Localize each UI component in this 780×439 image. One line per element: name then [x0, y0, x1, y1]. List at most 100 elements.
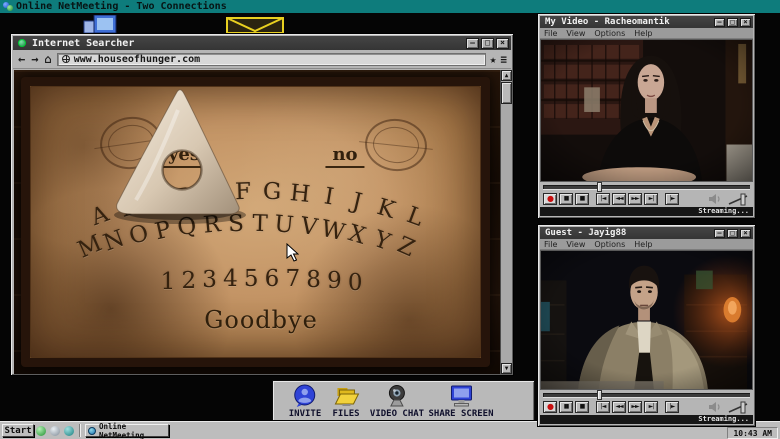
speaker-icon[interactable]	[708, 194, 722, 204]
taskbar-clock[interactable]: 10:43 AM	[727, 427, 778, 439]
maximize-button[interactable]: □	[727, 229, 738, 238]
status-bar: Streaming...	[540, 207, 753, 216]
board-number-0[interactable]: 0	[348, 270, 363, 296]
board-letter-V[interactable]: V	[298, 213, 319, 241]
bookmark-star-icon[interactable]: ★	[490, 53, 497, 66]
board-number-7[interactable]: 7	[285, 266, 300, 292]
volume-slider[interactable]	[728, 193, 750, 206]
quick-launch-icon-3[interactable]	[64, 426, 74, 436]
share-screen-button[interactable]: SHARE SCREEN	[428, 384, 493, 419]
forward-button[interactable]: →	[30, 53, 39, 65]
guest-video-title: Guest - Jayig88	[545, 228, 626, 238]
hamburger-menu-icon[interactable]: ≡	[500, 53, 507, 66]
previous-button[interactable]: |◄	[596, 401, 610, 413]
folder-icon	[333, 384, 359, 408]
browser-toolbar: ← → ⌂ www.houseofhunger.com ★ ≡	[13, 50, 511, 69]
volume-slider[interactable]	[728, 401, 750, 414]
netmeeting-title: Online NetMeeting - Two Connections	[16, 1, 227, 12]
back-button[interactable]: ←	[17, 53, 26, 65]
rewind-button[interactable]: ◄◄	[612, 401, 626, 413]
browser-titlebar[interactable]: Internet Searcher – □ ×	[13, 36, 511, 50]
mouse-cursor	[286, 243, 299, 262]
quick-launch-icon-1[interactable]	[36, 426, 46, 436]
page-scrollbar[interactable]: ▲ ▼	[500, 70, 512, 374]
minimize-button[interactable]: –	[714, 229, 725, 238]
board-letter-W[interactable]: W	[319, 215, 348, 246]
maximize-button[interactable]: □	[481, 38, 494, 49]
fast-forward-button[interactable]: ►►	[628, 193, 642, 205]
scroll-up-icon[interactable]: ▲	[501, 70, 512, 81]
seek-bar[interactable]	[540, 182, 753, 191]
address-bar[interactable]: www.houseofhunger.com	[57, 53, 486, 66]
video-chat-button[interactable]: VIDEO CHAT	[370, 384, 424, 419]
board-number-9[interactable]: 9	[327, 268, 342, 294]
files-button[interactable]: FILES	[332, 384, 359, 419]
speaker-icon[interactable]	[708, 402, 722, 412]
quick-launch-icon-2[interactable]	[50, 426, 60, 436]
menu-view[interactable]: View	[566, 29, 585, 38]
board-no[interactable]: no	[325, 144, 364, 168]
board-number-4[interactable]: 4	[223, 266, 238, 292]
guest-video-window: Guest - Jayig88 – □ × File View Options Hel…	[537, 224, 756, 427]
menu-help[interactable]: Help	[634, 240, 652, 249]
step-forward-button[interactable]: |►	[665, 401, 679, 413]
menu-view[interactable]: View	[566, 240, 585, 249]
next-button[interactable]: ►|	[644, 401, 658, 413]
close-button[interactable]: ×	[740, 18, 751, 27]
my-video-feed	[540, 39, 753, 182]
my-video-title: My Video - Racheomantik	[545, 17, 670, 27]
netmeeting-icon	[3, 2, 12, 11]
seek-thumb[interactable]	[597, 182, 602, 192]
menu-file[interactable]: File	[544, 29, 557, 38]
rewind-button[interactable]: ◄◄	[612, 193, 626, 205]
menu-help[interactable]: Help	[634, 29, 652, 38]
guest-video-feed	[540, 250, 753, 390]
playback-controls: ●▮▮■ |◄◄◄►►►| |►	[540, 191, 753, 207]
board-number-6[interactable]: 6	[265, 266, 280, 292]
my-video-titlebar[interactable]: My Video - Racheomantik – □ ×	[540, 16, 753, 28]
menu-options[interactable]: Options	[594, 29, 625, 38]
previous-button[interactable]: |◄	[596, 193, 610, 205]
start-button[interactable]: Start	[2, 424, 34, 437]
close-button[interactable]: ×	[740, 229, 751, 238]
board-letter-H[interactable]: H	[289, 180, 312, 208]
record-button[interactable]: ●	[543, 401, 557, 413]
board-number-2[interactable]: 2	[181, 268, 196, 294]
minimize-button[interactable]: –	[466, 38, 479, 49]
close-button[interactable]: ×	[496, 38, 509, 49]
board-letter-U[interactable]: U	[274, 211, 296, 239]
meeting-toolbar: INVITE FILES VIDEO CHATSHARE SCREEN	[272, 380, 535, 424]
scroll-down-icon[interactable]: ▼	[501, 363, 512, 374]
minimize-button[interactable]: –	[714, 18, 725, 27]
board-number-8[interactable]: 8	[306, 267, 321, 293]
address-text: www.houseofhunger.com	[74, 54, 200, 65]
scrollbar-thumb[interactable]	[501, 82, 512, 104]
record-button[interactable]: ●	[543, 193, 557, 205]
pause-button[interactable]: ▮▮	[559, 193, 573, 205]
next-button[interactable]: ►|	[644, 193, 658, 205]
menu-options[interactable]: Options	[594, 240, 625, 249]
board-number-5[interactable]: 5	[244, 266, 259, 292]
seek-thumb[interactable]	[597, 390, 602, 400]
invite-button[interactable]: INVITE	[289, 384, 322, 419]
invite-person-icon	[293, 384, 317, 408]
home-button[interactable]: ⌂	[43, 53, 52, 65]
planchette[interactable]	[106, 80, 256, 225]
maximize-button[interactable]: □	[727, 18, 738, 27]
netmeeting-titlebar: Online NetMeeting - Two Connections	[0, 0, 780, 13]
step-forward-button[interactable]: |►	[665, 193, 679, 205]
board-number-3[interactable]: 3	[202, 267, 217, 293]
board-number-1[interactable]: 1	[161, 269, 176, 295]
stop-button[interactable]: ■	[575, 401, 589, 413]
webpage-ouija-board[interactable]: yes no ABCDEFGHIJKLMNOPQRSTUVWXYZ1234567…	[14, 70, 500, 374]
menu-file[interactable]: File	[544, 240, 557, 249]
pause-button[interactable]: ▮▮	[559, 401, 573, 413]
guest-video-titlebar[interactable]: Guest - Jayig88 – □ ×	[540, 227, 753, 239]
stop-button[interactable]: ■	[575, 193, 589, 205]
board-goodbye[interactable]: Goodbye	[204, 306, 318, 334]
seek-bar[interactable]	[540, 390, 753, 399]
board-letter-G[interactable]: G	[262, 179, 281, 206]
site-status-icon	[18, 39, 26, 47]
taskbar-item-netmeeting[interactable]: Online NetMeeting	[85, 424, 169, 437]
fast-forward-button[interactable]: ►►	[628, 401, 642, 413]
